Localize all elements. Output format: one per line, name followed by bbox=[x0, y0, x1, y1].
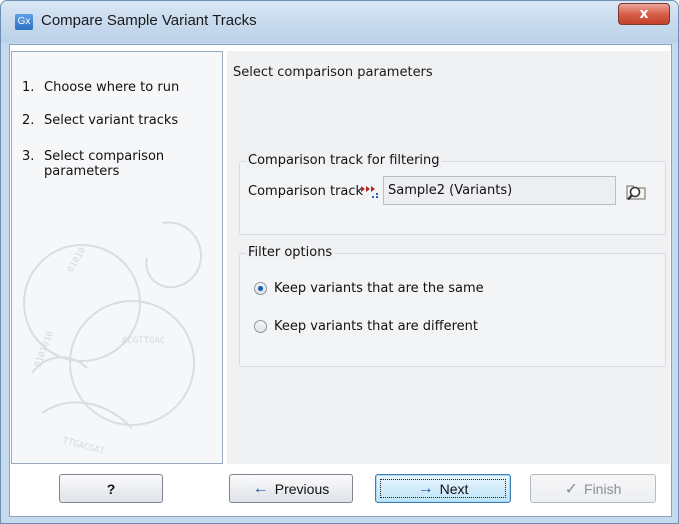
dna-watermark-icon: 01010 0101010 ACGTTGAC TTGACGAT bbox=[23, 221, 202, 457]
focus-ring bbox=[380, 479, 506, 498]
wizard-steps-panel: 1. Choose where to run 2. Select variant t… bbox=[11, 51, 223, 464]
dialog-window: Gx Compare Sample Variant Tracks x 1. Cho… bbox=[0, 0, 679, 524]
step-number: 3. bbox=[22, 149, 35, 164]
radio-keep-same[interactable]: Keep variants that are the same bbox=[254, 278, 484, 298]
app-icon: Gx bbox=[15, 14, 33, 30]
previous-button[interactable]: ← Previous bbox=[229, 474, 353, 503]
comparison-track-group: Comparison track for filtering Compariso… bbox=[239, 153, 666, 235]
svg-text:ACGTTGAC: ACGTTGAC bbox=[122, 336, 165, 346]
wizard-step-2: 2. Select variant tracks bbox=[22, 113, 178, 128]
comparison-track-field[interactable]: Sample2 (Variants) bbox=[383, 176, 616, 205]
step-label: Select comparison parameters bbox=[44, 149, 165, 179]
radio-keep-different[interactable]: Keep variants that are different bbox=[254, 316, 478, 336]
finish-label: Finish bbox=[584, 480, 622, 497]
next-button[interactable]: → Next bbox=[375, 474, 511, 503]
radio-button[interactable] bbox=[254, 319, 267, 333]
group-title: Filter options bbox=[246, 245, 335, 260]
radio-button-checked[interactable] bbox=[254, 281, 267, 295]
previous-label: Previous bbox=[274, 480, 330, 497]
filter-options-group: Filter options Keep variants that are th… bbox=[239, 245, 666, 367]
finish-button[interactable]: ✓ Finish bbox=[530, 474, 656, 503]
help-button[interactable]: ? bbox=[59, 474, 163, 503]
close-button[interactable]: x bbox=[618, 3, 670, 25]
checkmark-icon: ✓ bbox=[564, 480, 579, 498]
svg-text:0101010: 0101010 bbox=[33, 330, 55, 369]
radio-label: Keep variants that are different bbox=[274, 318, 478, 334]
wizard-step-1: 1. Choose where to run bbox=[22, 80, 179, 95]
step-number: 1. bbox=[22, 80, 35, 95]
window-title: Compare Sample Variant Tracks bbox=[41, 12, 257, 29]
title-bar: Gx Compare Sample Variant Tracks x bbox=[1, 1, 678, 43]
arrow-left-icon: ← bbox=[252, 479, 269, 497]
panel-title: Select comparison parameters bbox=[233, 65, 433, 80]
help-label: ? bbox=[106, 480, 116, 497]
step-label: Select variant tracks bbox=[44, 113, 179, 128]
comparison-track-label: Comparison track bbox=[248, 184, 364, 199]
svg-text:TTGACGAT: TTGACGAT bbox=[61, 436, 106, 457]
dialog-footer: ? ← Previous → Next ✓ Finish bbox=[11, 470, 670, 510]
step-number: 2. bbox=[22, 113, 35, 128]
step-label: Choose where to run bbox=[44, 80, 180, 95]
svg-text:01010: 01010 bbox=[66, 246, 88, 274]
radio-label: Keep variants that are the same bbox=[274, 280, 484, 296]
parameters-panel: Select comparison parameters Comparison … bbox=[227, 51, 670, 464]
group-title: Comparison track for filtering bbox=[246, 153, 442, 168]
variant-track-icon bbox=[361, 186, 378, 198]
browse-icon[interactable] bbox=[624, 180, 648, 202]
wizard-step-3: 3. Select comparison parameters bbox=[22, 149, 164, 179]
